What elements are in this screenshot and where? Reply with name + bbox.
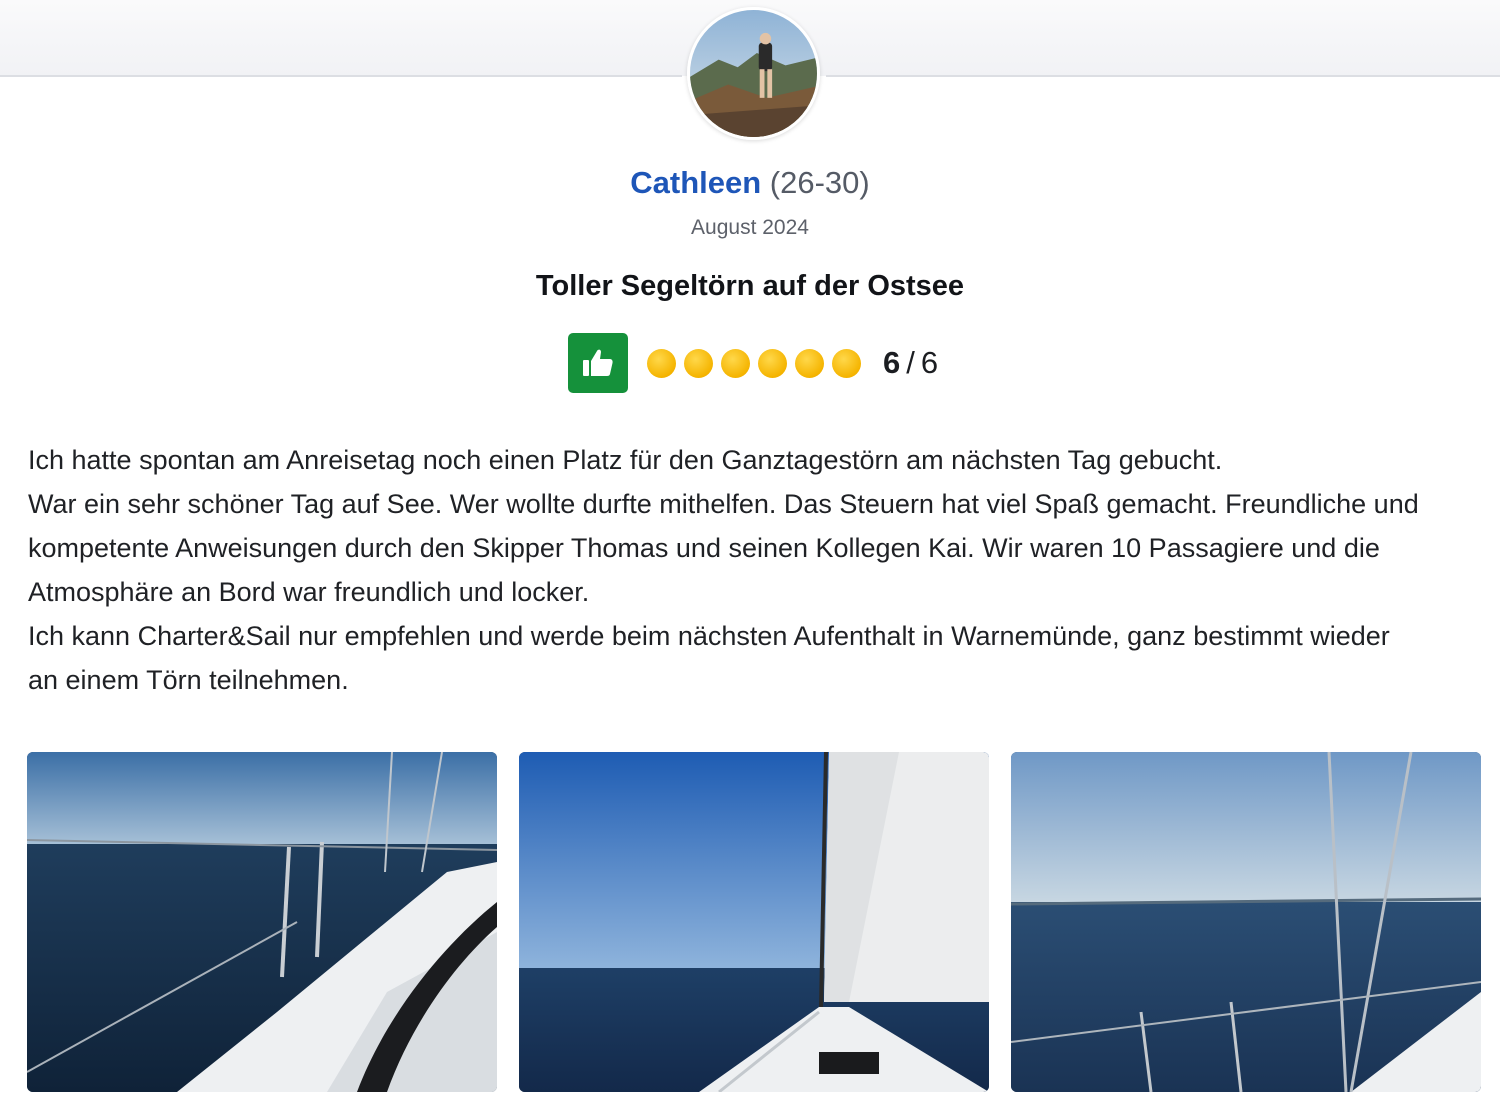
review-text-line: War ein sehr schöner Tag auf See. Wer wo… bbox=[28, 489, 1419, 519]
thumbs-up-icon bbox=[583, 349, 613, 376]
rating-dot bbox=[684, 348, 713, 378]
reviewer-line: Cathleen (26-30) bbox=[0, 164, 1500, 202]
sailboat-deck-photo bbox=[27, 752, 497, 1092]
review-text-line: an einem Törn teilnehmen. bbox=[28, 665, 349, 695]
rating-dot bbox=[832, 348, 861, 378]
review-photos bbox=[27, 752, 1481, 1092]
rating-dot bbox=[795, 348, 824, 378]
rating-dot bbox=[647, 348, 676, 378]
review-text-line: Ich hatte spontan am Anreisetag noch ein… bbox=[28, 445, 1223, 475]
review-text-line: Ich kann Charter&Sail nur empfehlen und … bbox=[28, 621, 1390, 651]
recommend-badge bbox=[568, 333, 628, 393]
review-photo[interactable] bbox=[1011, 752, 1481, 1092]
rating-dot bbox=[758, 348, 787, 378]
divider-left bbox=[0, 75, 682, 77]
rating-dot bbox=[721, 348, 750, 378]
review-title: Toller Segeltörn auf der Ostsee bbox=[535, 270, 965, 302]
rating-value: 6 bbox=[883, 345, 901, 380]
sea-horizon-photo bbox=[1011, 752, 1481, 1092]
reviewer-avatar[interactable] bbox=[687, 7, 820, 140]
review-text-line: Atmosphäre an Bord war freundlich und lo… bbox=[28, 577, 590, 607]
reviewer-name[interactable]: Cathleen bbox=[630, 165, 761, 200]
rating-separator: / bbox=[906, 345, 915, 380]
review-photo[interactable] bbox=[27, 752, 497, 1092]
rating-score: 6/6 bbox=[883, 345, 938, 381]
avatar-photo bbox=[690, 10, 817, 137]
sail-bow-photo bbox=[519, 752, 989, 1092]
rating-max: 6 bbox=[920, 345, 939, 380]
rating-dots bbox=[647, 348, 869, 378]
review-date: August 2024 bbox=[691, 216, 809, 239]
review-photo[interactable] bbox=[519, 752, 989, 1092]
reviewer-age: (26-30) bbox=[769, 165, 870, 200]
review-text: Ich hatte spontan am Anreisetag noch ein… bbox=[28, 438, 1478, 702]
divider-right bbox=[826, 75, 1500, 77]
review-text-line: kompetente Anweisungen durch den Skipper… bbox=[28, 533, 1380, 563]
rating-row: 6/6 bbox=[568, 333, 938, 393]
